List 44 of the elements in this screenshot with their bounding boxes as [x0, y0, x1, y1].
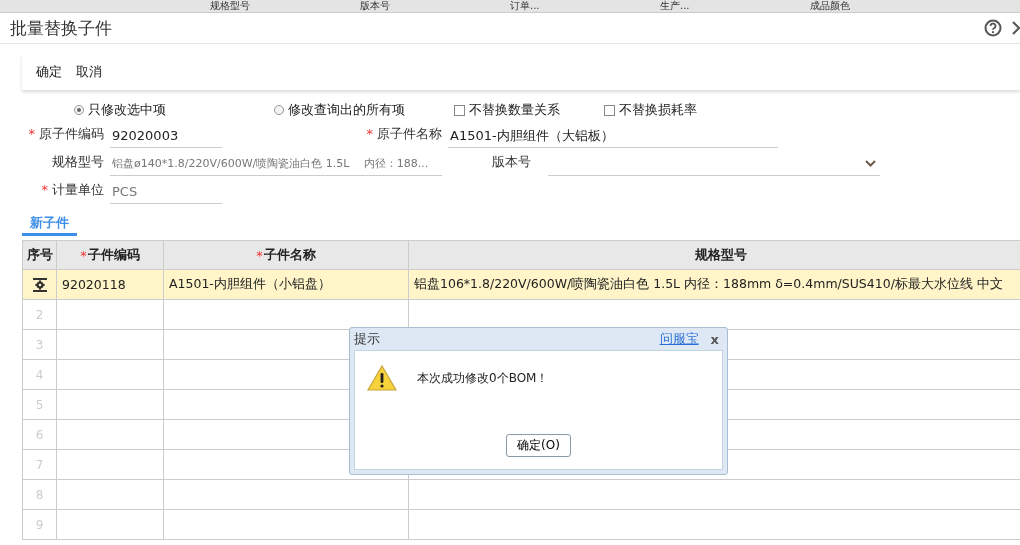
column-header: 订单... [510, 0, 541, 12]
window-title: 批量替换子件 [10, 16, 113, 40]
radio-option[interactable]: 只修改选中项 [74, 101, 274, 119]
toolbar-button[interactable]: 确定 [32, 61, 66, 83]
row-settings-cell[interactable] [23, 270, 57, 300]
help-icon[interactable] [984, 19, 1002, 37]
column-header: 成品颜色 [810, 0, 851, 12]
required-mark: * [256, 247, 263, 263]
table-cell: 92020118 [57, 270, 164, 300]
chevron-down-icon [865, 160, 876, 167]
dialog-message: 本次成功修改0个BOM！ [417, 369, 549, 387]
required-mark: * [80, 247, 87, 263]
field-label: 版本号 [492, 153, 531, 171]
field-label: 原子件编码 [39, 125, 104, 143]
required-mark: * [366, 126, 373, 141]
column-header: 生产... [660, 0, 691, 12]
column-header: 版本号 [360, 0, 391, 12]
field-label: 原子件名称 [377, 125, 442, 143]
column-header: 规格型号 [694, 246, 747, 264]
close-button[interactable]: x [706, 331, 723, 347]
field-label: 规格型号 [52, 153, 104, 171]
required-mark: * [41, 182, 48, 197]
column-header: 子件编码 [87, 246, 140, 264]
row-settings-icon[interactable] [32, 277, 47, 292]
field-label: 计量单位 [52, 181, 104, 199]
input-field[interactable]: A1501-内胆组件（大铝板） [448, 124, 778, 148]
column-header: 规格型号 [210, 0, 251, 12]
input-field: PCS [110, 180, 222, 204]
table-cell: A1501-内胆组件（小铝盘） [164, 270, 409, 300]
column-header: 子件名称 [263, 246, 316, 264]
help-link[interactable]: 问服宝 [659, 330, 699, 348]
required-mark: * [28, 126, 35, 141]
radio-option[interactable]: 修改查询出的所有项 [274, 101, 454, 119]
toolbar-button[interactable]: 取消 [72, 61, 106, 83]
input-field: 铝盘ø140*1.8/220V/600W/喷陶瓷油白色 1.5L 内径：188... [110, 152, 442, 176]
dialog-title: 提示 [354, 330, 381, 348]
warning-icon [367, 365, 397, 391]
table-cell: 铝盘106*1.8/220V/600W/喷陶瓷油白色 1.5L 内径：188mm δ=0.4mm/SUS410/标最大水位线 中文 [409, 270, 1020, 300]
column-header: 序号 [26, 246, 53, 264]
ok-button[interactable]: 确定(O) [506, 434, 571, 457]
close-icon[interactable] [1012, 21, 1020, 35]
checkbox-option[interactable]: 不替换数量关系 [454, 101, 604, 119]
input-field[interactable]: 92020003 [110, 124, 222, 148]
checkbox-option[interactable]: 不替换损耗率 [604, 101, 754, 119]
